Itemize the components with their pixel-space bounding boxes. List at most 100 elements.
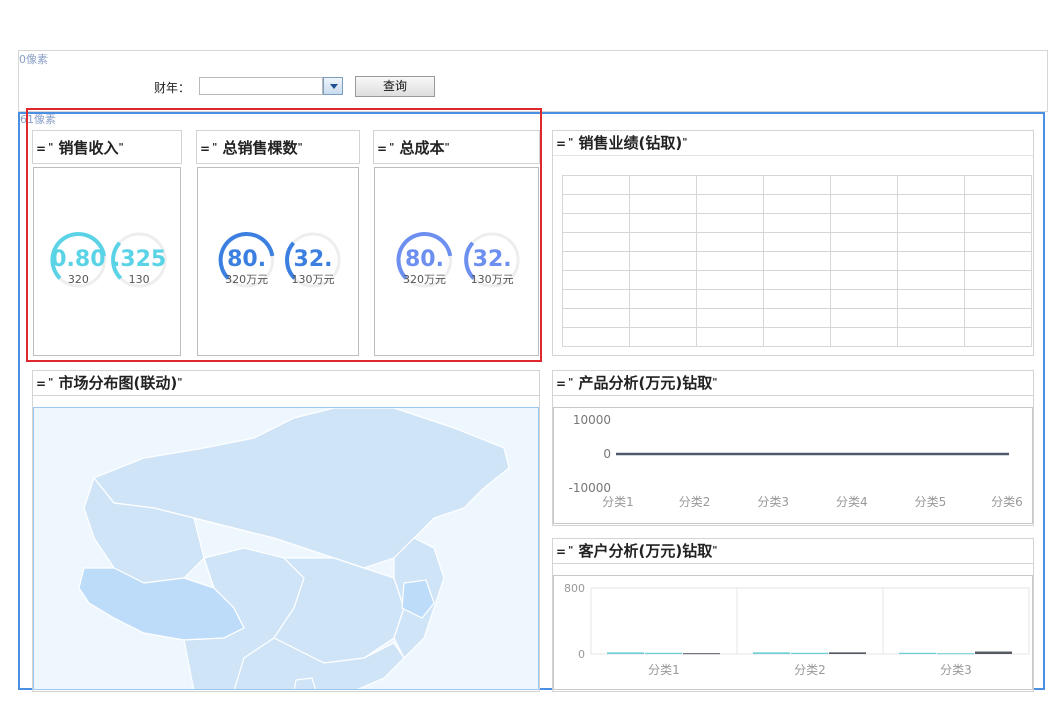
table-cell[interactable]	[696, 327, 764, 347]
bar[interactable]	[607, 652, 644, 654]
table-cell[interactable]	[964, 327, 1032, 347]
map-region-hainan[interactable]	[293, 677, 317, 690]
table-cell[interactable]	[964, 270, 1032, 290]
table-cell[interactable]	[763, 251, 831, 271]
market-map-title[interactable]: 市场分布图(联动)	[59, 374, 178, 392]
title-quote: "	[712, 545, 718, 556]
table-cell[interactable]	[830, 194, 898, 214]
kpi-title-bar: = " 总成本"	[373, 130, 540, 164]
table-cell[interactable]	[562, 175, 630, 195]
title-quote: "	[682, 137, 688, 148]
table-cell[interactable]	[696, 289, 764, 309]
fiscal-year-input[interactable]	[199, 77, 323, 95]
table-cell[interactable]	[964, 232, 1032, 252]
x-tick-label: 分类3	[940, 663, 972, 677]
table-cell[interactable]	[964, 308, 1032, 328]
table-cell[interactable]	[763, 327, 831, 347]
table-cell[interactable]	[897, 213, 965, 233]
table-cell[interactable]	[562, 213, 630, 233]
table-cell[interactable]	[897, 289, 965, 309]
table-cell[interactable]	[830, 175, 898, 195]
table-cell[interactable]	[562, 327, 630, 347]
table-cell[interactable]	[562, 289, 630, 309]
gauge-value: .325	[112, 247, 166, 272]
sales-performance-title[interactable]: 销售业绩(钻取)	[579, 134, 683, 152]
table-cell[interactable]	[629, 213, 697, 233]
table-cell[interactable]	[696, 213, 764, 233]
table-cell[interactable]	[629, 327, 697, 347]
table-cell[interactable]	[562, 194, 630, 214]
table-cell[interactable]	[562, 232, 630, 252]
customer-analysis-title[interactable]: 客户分析(万元)钻取	[579, 542, 713, 560]
table-cell[interactable]	[830, 232, 898, 252]
table-cell[interactable]	[897, 308, 965, 328]
table-cell[interactable]	[562, 270, 630, 290]
title-quote: "	[568, 137, 574, 148]
table-cell[interactable]	[964, 175, 1032, 195]
bar[interactable]	[975, 651, 1012, 654]
table-cell[interactable]	[562, 251, 630, 271]
table-cell[interactable]	[964, 251, 1032, 271]
table-cell[interactable]	[964, 289, 1032, 309]
table-cell[interactable]	[763, 213, 831, 233]
china-map[interactable]	[33, 407, 539, 690]
sales-table	[562, 175, 1032, 347]
bar[interactable]	[791, 652, 828, 654]
table-cell[interactable]	[830, 327, 898, 347]
table-cell[interactable]	[629, 175, 697, 195]
table-cell[interactable]	[897, 175, 965, 195]
table-cell[interactable]	[897, 327, 965, 347]
table-cell[interactable]	[830, 289, 898, 309]
table-cell[interactable]	[696, 194, 764, 214]
kpi-title[interactable]: 销售收入	[59, 139, 119, 157]
table-cell[interactable]	[562, 308, 630, 328]
kpi-title[interactable]: 总成本	[400, 139, 445, 157]
top-section-label: 0像素	[19, 53, 48, 66]
table-cell[interactable]	[964, 213, 1032, 233]
table-cell[interactable]	[830, 270, 898, 290]
table-cell[interactable]	[763, 308, 831, 328]
table-cell[interactable]	[696, 175, 764, 195]
kpi-title-bar: = " 总销售棵数"	[196, 130, 360, 164]
table-cell[interactable]	[763, 270, 831, 290]
table-cell[interactable]	[763, 289, 831, 309]
customer-chart[interactable]: 800 0 分类1 分类2 分类3	[553, 575, 1033, 690]
table-cell[interactable]	[629, 251, 697, 271]
query-button[interactable]: 查询	[355, 76, 435, 97]
table-cell[interactable]	[897, 251, 965, 271]
gauge-value: 32.	[294, 247, 333, 272]
x-tick-label: 分类5	[915, 495, 947, 509]
table-cell[interactable]	[763, 194, 831, 214]
product-chart[interactable]: 10000 0 -10000 分类1 分类2 分类3 分类4 分类5 分类6	[553, 407, 1033, 524]
table-cell[interactable]	[897, 194, 965, 214]
table-cell[interactable]	[830, 213, 898, 233]
table-cell[interactable]	[830, 308, 898, 328]
table-cell[interactable]	[763, 175, 831, 195]
bar[interactable]	[683, 653, 720, 655]
bar[interactable]	[899, 652, 936, 654]
table-cell[interactable]	[830, 251, 898, 271]
bar[interactable]	[753, 652, 790, 654]
table-cell[interactable]	[629, 289, 697, 309]
table-cell[interactable]	[696, 308, 764, 328]
table-cell[interactable]	[696, 270, 764, 290]
table-cell[interactable]	[964, 194, 1032, 214]
table-cell[interactable]	[897, 270, 965, 290]
table-cell[interactable]	[629, 308, 697, 328]
table-cell[interactable]	[629, 270, 697, 290]
title-quote: "	[297, 142, 303, 153]
product-analysis-title[interactable]: 产品分析(万元)钻取	[579, 374, 713, 392]
bar[interactable]	[937, 653, 974, 655]
fiscal-year-dropdown-button[interactable]	[323, 77, 343, 95]
table-row	[562, 327, 1032, 347]
table-cell[interactable]	[696, 251, 764, 271]
table-cell[interactable]	[696, 232, 764, 252]
table-cell[interactable]	[629, 194, 697, 214]
kpi-title[interactable]: 总销售棵数	[223, 139, 298, 157]
table-cell[interactable]	[629, 232, 697, 252]
bar[interactable]	[829, 652, 866, 654]
title-quote: "	[177, 377, 183, 388]
table-cell[interactable]	[897, 232, 965, 252]
bar[interactable]	[645, 652, 682, 654]
table-cell[interactable]	[763, 232, 831, 252]
